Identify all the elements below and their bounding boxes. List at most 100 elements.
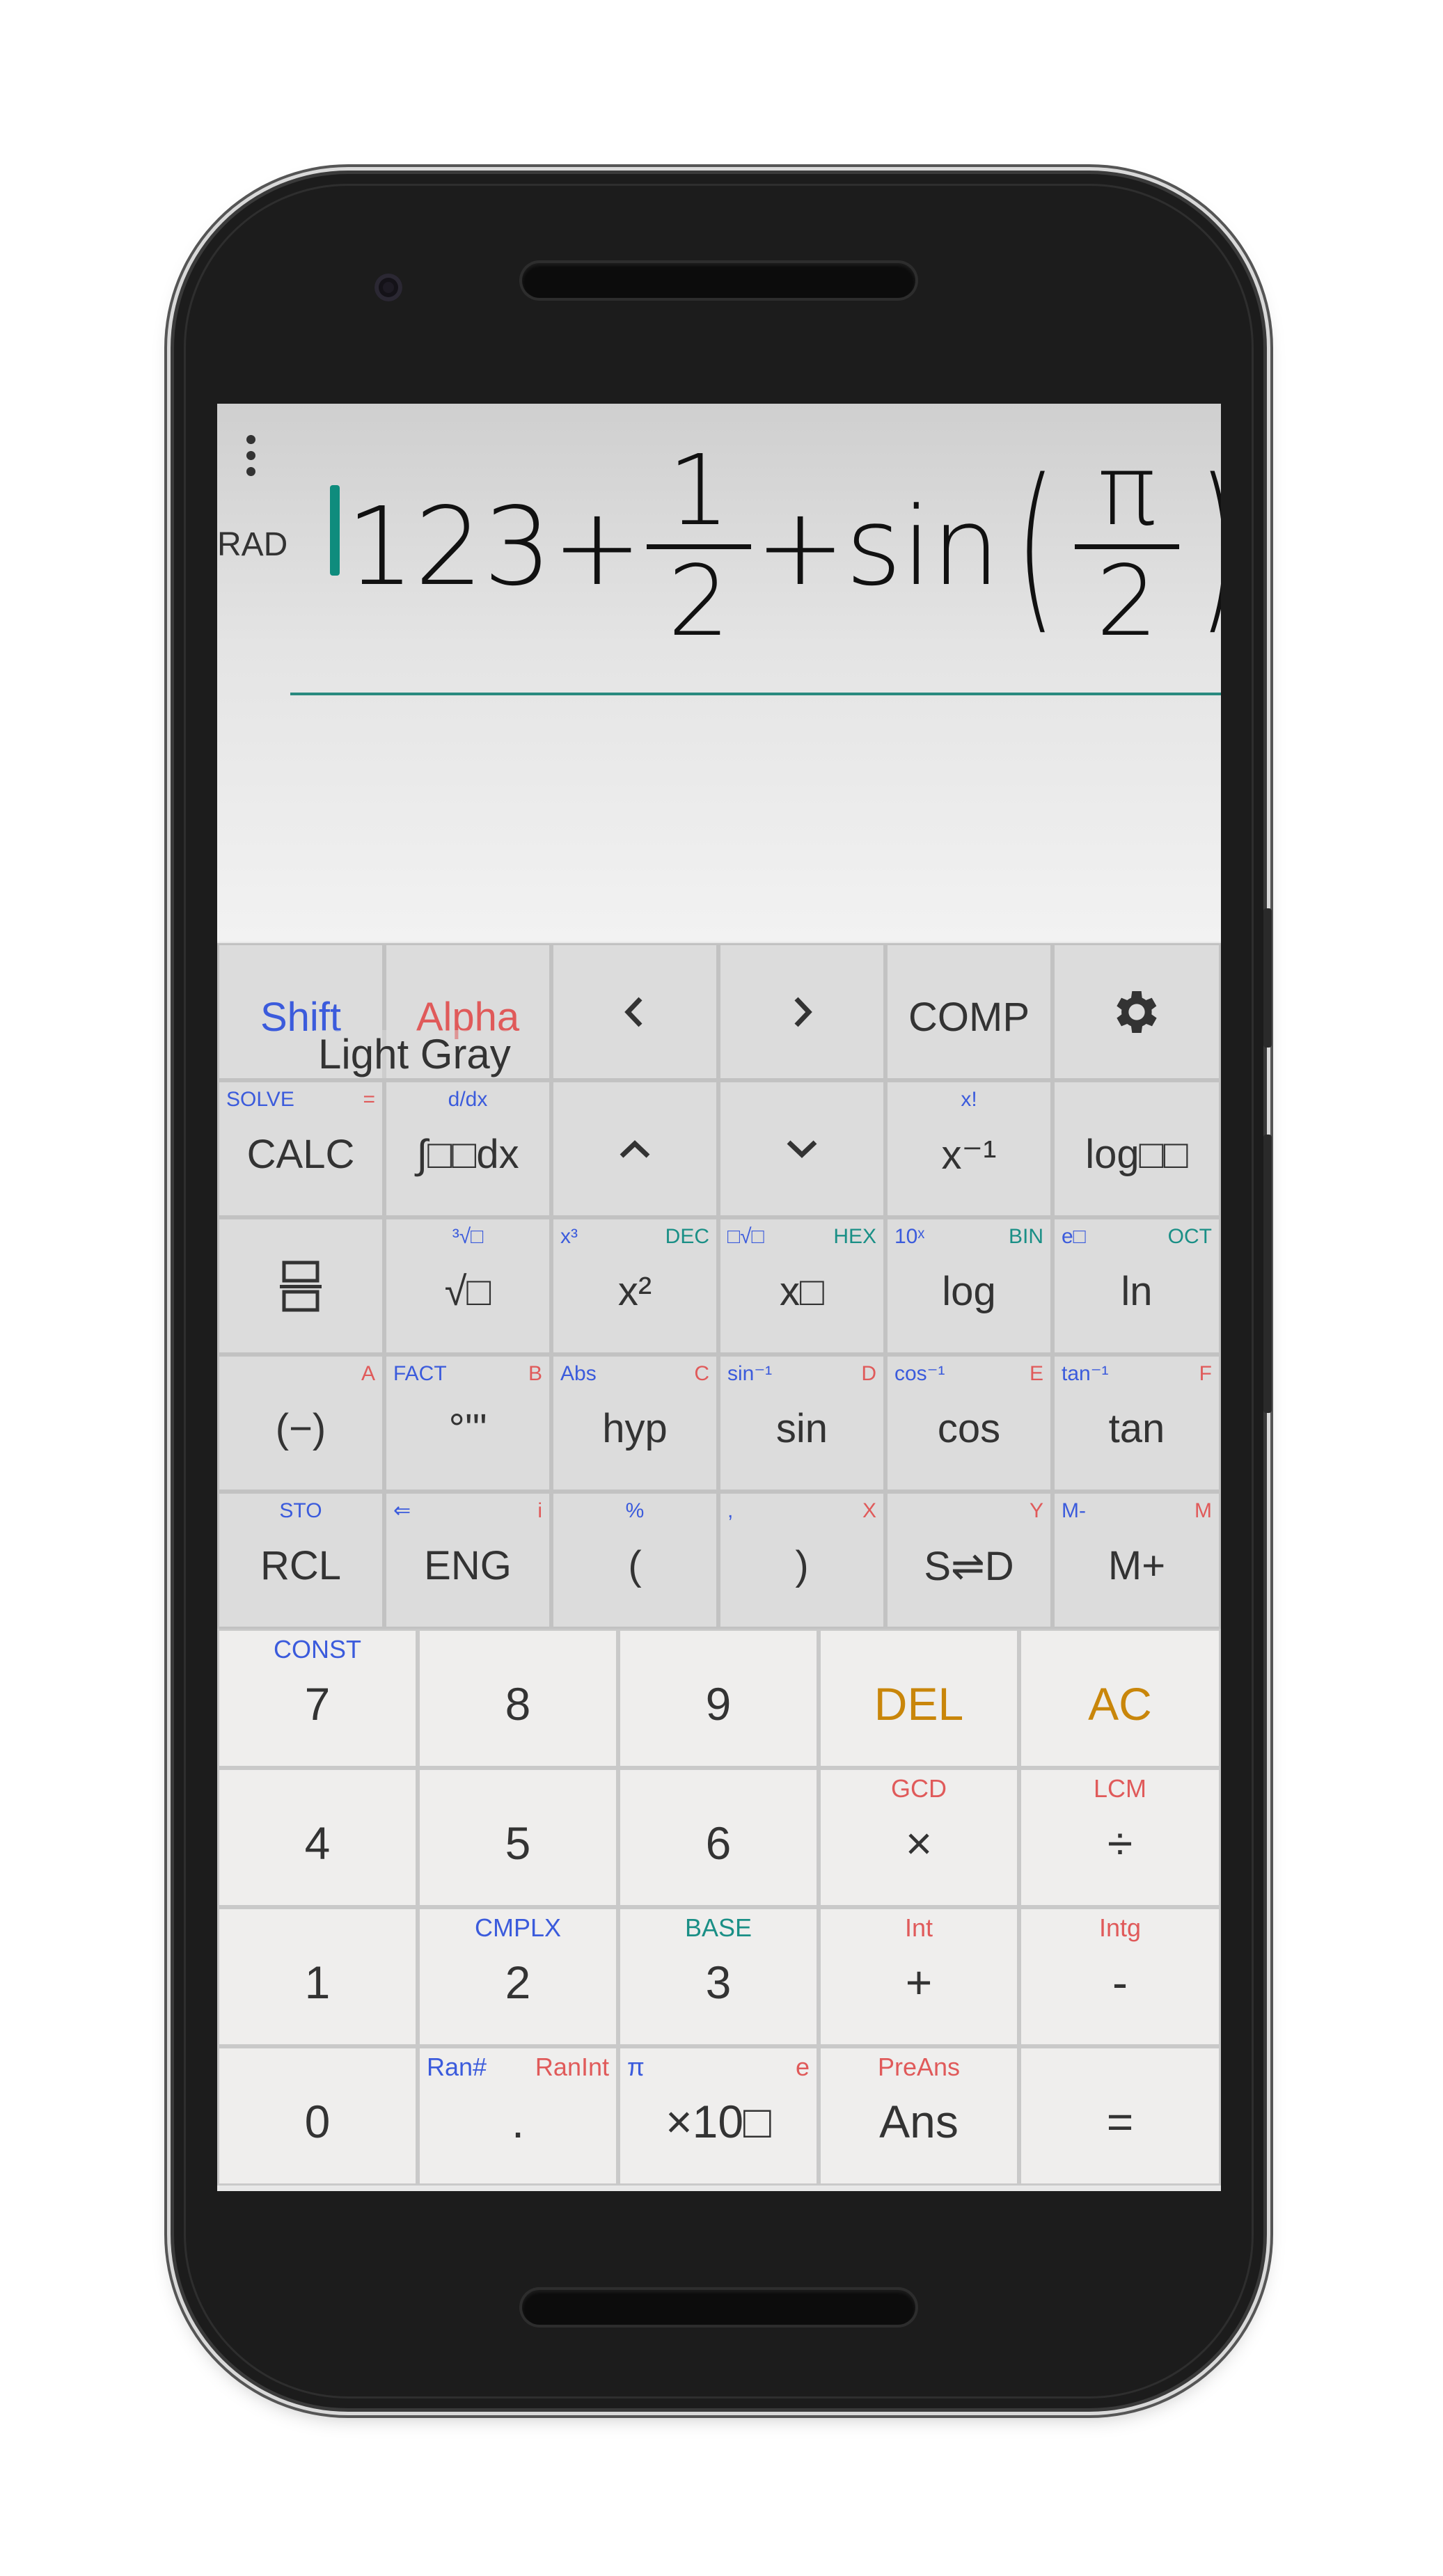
digit-1-key[interactable]: 1	[217, 1907, 418, 2046]
add-key[interactable]: Int +	[819, 1907, 1019, 2046]
rcl-key[interactable]: STO RCL	[217, 1492, 384, 1629]
cursor-left-key[interactable]	[551, 943, 718, 1080]
shift-function-label: STO	[279, 1499, 322, 1522]
inverse-key[interactable]: x! x⁻¹	[885, 1080, 1052, 1217]
keypad-row-2: SOLVE = CALC d/dx ∫□□dx x! x⁻¹ log□□	[217, 1080, 1221, 1217]
keypad-row-6: CONST 7 8 9 DEL AC	[217, 1629, 1221, 1768]
key-label: 7	[304, 1678, 331, 1730]
hyp-key[interactable]: Abs C hyp	[551, 1354, 718, 1492]
cos-key[interactable]: cos⁻¹ E cos	[885, 1354, 1052, 1492]
base-function-label: DEC	[665, 1225, 709, 1248]
digit-8-key[interactable]: 8	[418, 1629, 618, 1768]
key-label: 9	[705, 1678, 732, 1730]
angle-mode-indicator: RAD	[217, 526, 288, 563]
expression[interactable]: 123+ 1 2 +sin ( π 2 )	[346, 442, 1221, 651]
alpha-function-label: Y	[1029, 1499, 1043, 1522]
digit-6-key[interactable]: 6	[618, 1768, 819, 1907]
times-ten-power-key[interactable]: π e ×10□	[618, 2046, 819, 2186]
key-label: cos	[937, 1406, 1001, 1451]
alpha-function-label: GCD	[891, 1774, 947, 1803]
multiply-key[interactable]: GCD ×	[819, 1768, 1019, 1907]
sqrt-key[interactable]: ³√□ √□	[384, 1217, 551, 1354]
key-label: ln	[1121, 1269, 1153, 1314]
chevron-right-icon	[794, 997, 812, 1027]
cursor-down-key[interactable]	[718, 1080, 885, 1217]
square-key[interactable]: x³ DEC x²	[551, 1217, 718, 1354]
key-label: ÷	[1107, 1817, 1133, 1869]
input-underline	[290, 693, 1221, 695]
phone-frame: RAD 123+ 1 2 +sin ( π 2 )	[174, 174, 1263, 2408]
cursor-right-key[interactable]	[718, 943, 885, 1080]
fraction-key[interactable]	[217, 1217, 384, 1354]
key-label: x²	[617, 1269, 652, 1314]
digit-4-key[interactable]: 4	[217, 1768, 418, 1907]
settings-key[interactable]	[1052, 943, 1221, 1080]
base-function-label: BIN	[1008, 1225, 1043, 1248]
alpha-function-label: i	[537, 1499, 542, 1522]
key-label: 6	[705, 1817, 732, 1869]
right-paren-key[interactable]: , X )	[718, 1492, 885, 1629]
calc-key[interactable]: SOLVE = CALC	[217, 1080, 384, 1217]
key-label: hyp	[602, 1406, 668, 1451]
degree-key[interactable]: FACT B °'"	[384, 1354, 551, 1492]
delete-key[interactable]: DEL	[819, 1629, 1019, 1768]
volume-button[interactable]	[1263, 1135, 1272, 1413]
power-key[interactable]: □√□ HEX x□	[718, 1217, 885, 1354]
all-clear-key[interactable]: AC	[1019, 1629, 1221, 1768]
comp-mode-key[interactable]: COMP	[885, 943, 1052, 1080]
input-cursor	[330, 485, 340, 576]
key-label: log	[942, 1269, 996, 1314]
left-paren-key[interactable]: % (	[551, 1492, 718, 1629]
log-key[interactable]: 10ˣ BIN log	[885, 1217, 1052, 1354]
digit-0-key[interactable]: 0	[217, 2046, 418, 2186]
key-label: S⇌D	[924, 1543, 1014, 1589]
cursor-up-key[interactable]	[551, 1080, 718, 1217]
power-button[interactable]	[1263, 908, 1272, 1048]
calculator-display: RAD 123+ 1 2 +sin ( π 2 )	[217, 404, 1221, 942]
shift-function-label: SOLVE	[226, 1088, 294, 1111]
eng-key[interactable]: ⇐ i ENG	[384, 1492, 551, 1629]
key-label: RCL	[260, 1543, 342, 1588]
key-label: ×	[905, 1817, 933, 1869]
tan-key[interactable]: tan⁻¹ F tan	[1052, 1354, 1221, 1492]
base-function-label: OCT	[1167, 1225, 1212, 1248]
digit-3-key[interactable]: BASE 3	[618, 1907, 819, 2046]
integral-key[interactable]: d/dx ∫□□dx	[384, 1080, 551, 1217]
key-label: x⁻¹	[941, 1132, 997, 1178]
key-label: .	[511, 2096, 525, 2147]
digit-5-key[interactable]: 5	[418, 1768, 618, 1907]
key-label: 0	[304, 2096, 331, 2147]
shift-function-label: ⇐	[393, 1499, 411, 1522]
shift-function-label: FACT	[393, 1362, 447, 1385]
equals-key[interactable]: =	[1019, 2046, 1221, 2186]
negative-key[interactable]: A (−)	[217, 1354, 384, 1492]
digit-7-key[interactable]: CONST 7	[217, 1629, 418, 1768]
shift-function-label: x!	[961, 1088, 977, 1111]
key-label: -	[1112, 1957, 1128, 2008]
subtract-key[interactable]: Intg -	[1019, 1907, 1221, 2046]
key-label: CALC	[246, 1132, 355, 1177]
shift-function-label: ,	[727, 1499, 734, 1522]
keypad-row-9: 0 Ran# RanInt . π e ×10□ PreAns Ans =	[217, 2046, 1221, 2186]
chevron-left-icon	[624, 997, 642, 1027]
decimal-point-key[interactable]: Ran# RanInt .	[418, 2046, 618, 2186]
alpha-function-label: e	[795, 2053, 810, 2081]
alpha-function-label: RanInt	[535, 2053, 609, 2081]
sin-key[interactable]: sin⁻¹ D sin	[718, 1354, 885, 1492]
alpha-function-label: M	[1194, 1499, 1212, 1522]
shift-function-label: x³	[560, 1225, 578, 1248]
m-plus-key[interactable]: M- M M+	[1052, 1492, 1221, 1629]
key-label: 3	[705, 1957, 732, 2008]
alpha-function-label: E	[1029, 1362, 1043, 1385]
ans-key[interactable]: PreAns Ans	[819, 2046, 1019, 2186]
ln-key[interactable]: e□ OCT ln	[1052, 1217, 1221, 1354]
key-label: (−)	[275, 1406, 326, 1451]
digit-2-key[interactable]: CMPLX 2	[418, 1907, 618, 2046]
s-d-key[interactable]: Y S⇌D	[885, 1492, 1052, 1629]
overflow-menu-icon[interactable]	[245, 435, 258, 484]
expr-prefix: 123+	[346, 483, 642, 610]
digit-9-key[interactable]: 9	[618, 1629, 819, 1768]
divide-key[interactable]: LCM ÷	[1019, 1768, 1221, 1907]
log-base-key[interactable]: log□□	[1052, 1080, 1221, 1217]
shift-function-label: %	[625, 1499, 645, 1522]
